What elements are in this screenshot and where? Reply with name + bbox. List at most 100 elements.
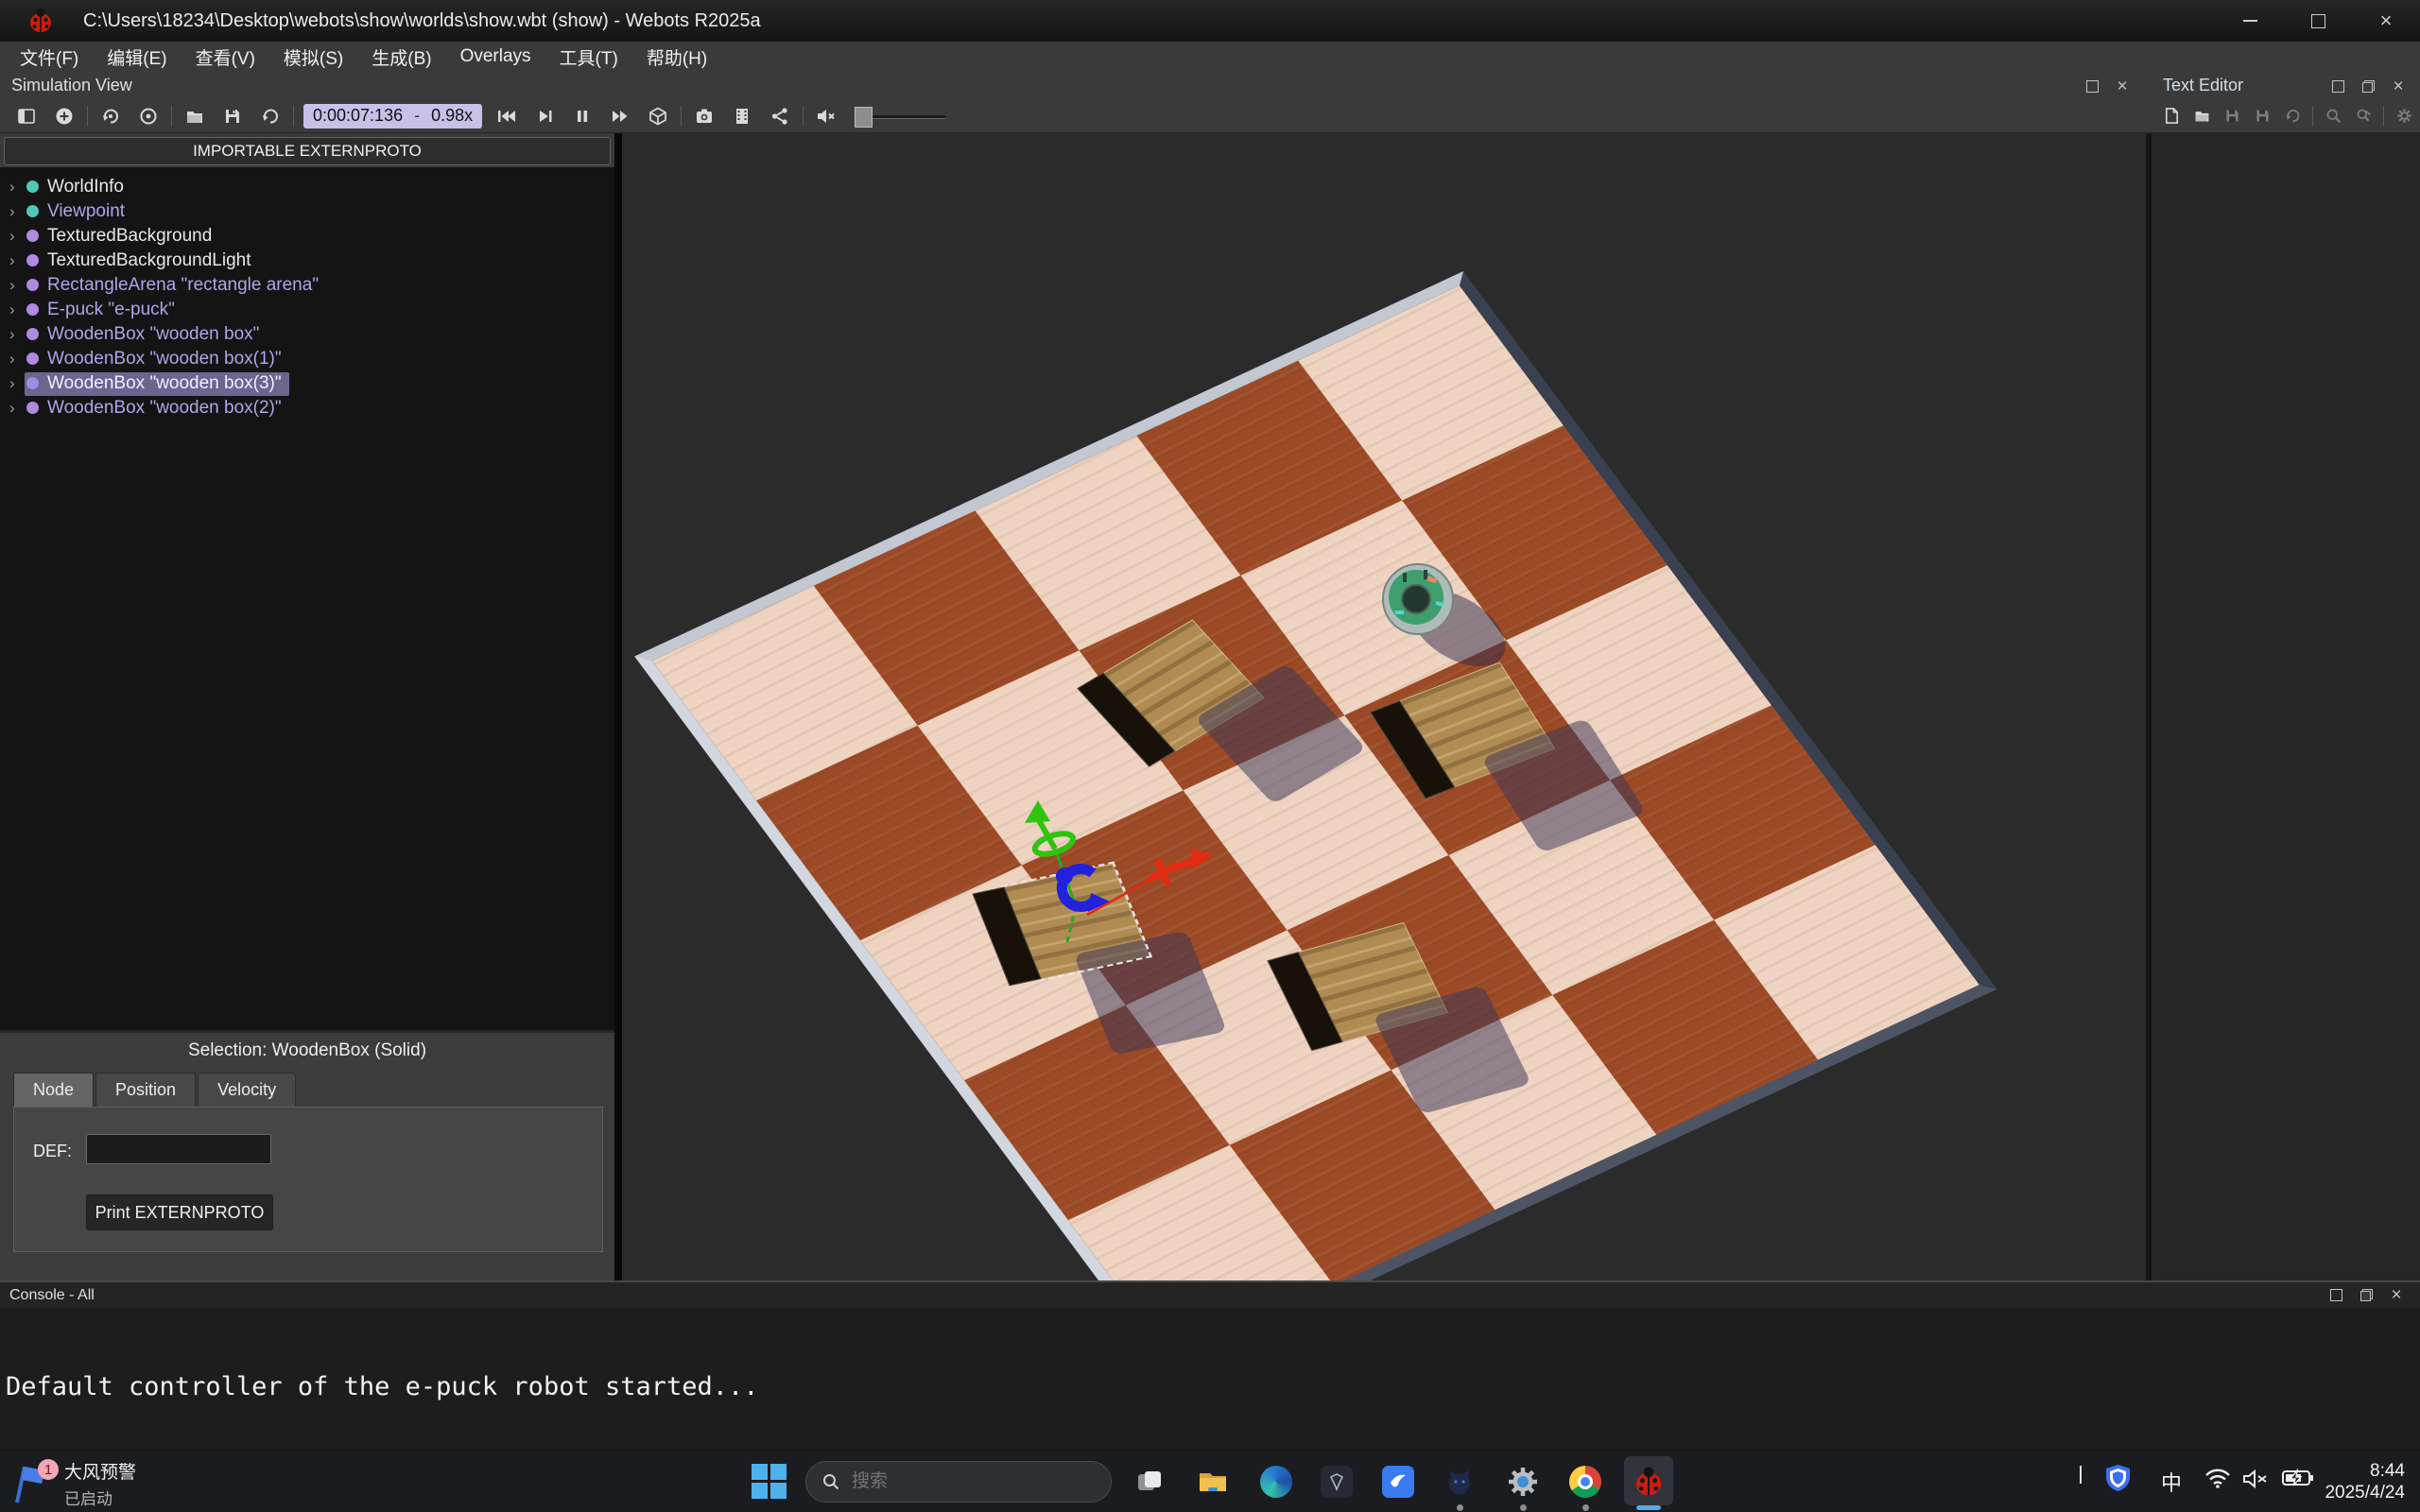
fast-forward-icon[interactable] [601, 102, 639, 130]
texteditor-maximize-button[interactable] [2325, 76, 2350, 96]
chevron-right-icon[interactable]: › [9, 301, 25, 319]
dark-cat-app-icon[interactable] [1439, 1461, 1480, 1503]
open-world-icon[interactable] [176, 102, 214, 130]
pause-icon[interactable] [563, 102, 601, 130]
screenshot-icon[interactable] [685, 102, 723, 130]
movie-record-icon[interactable] [723, 102, 761, 130]
share-icon[interactable] [761, 102, 799, 130]
center-view-icon[interactable] [130, 102, 167, 130]
tree-item-woodenbox-1[interactable]: ›WoodenBox "wooden box(1)" [0, 347, 614, 371]
security-shield-icon[interactable] [2105, 1464, 2131, 1497]
game-center-icon[interactable] [1316, 1461, 1357, 1503]
menu-simulation[interactable]: 模拟(S) [269, 44, 357, 70]
simview-close-button[interactable]: × [2110, 76, 2135, 96]
chevron-right-icon[interactable]: › [9, 399, 25, 418]
task-view-icon[interactable] [1129, 1461, 1170, 1503]
save-file-icon[interactable] [2218, 102, 2246, 130]
tab-node[interactable]: Node [13, 1073, 94, 1107]
tree-item-rectanglearena[interactable]: ›RectangleArena "rectangle arena" [0, 273, 614, 298]
rendering-toggle-icon[interactable] [639, 102, 677, 130]
menu-help[interactable]: 帮助(H) [632, 44, 721, 70]
new-file-icon[interactable] [2157, 102, 2186, 130]
tree-item-epuck[interactable]: ›E-puck "e-puck" [0, 298, 614, 322]
chevron-right-icon[interactable]: › [9, 178, 25, 197]
close-button[interactable]: × [2352, 0, 2420, 42]
find-icon[interactable] [2319, 102, 2347, 130]
panel-splitter[interactable] [614, 133, 622, 1280]
taskbar-clock[interactable]: 8:44 2025/4/24 [2325, 1460, 2405, 1503]
chevron-right-icon[interactable]: › [9, 374, 25, 393]
menu-tools[interactable]: 工具(T) [545, 44, 632, 70]
save-as-icon[interactable] [2248, 102, 2276, 130]
menu-build[interactable]: 生成(B) [357, 44, 445, 70]
minimize-button[interactable] [2216, 0, 2284, 42]
texteditor-float-button[interactable] [2356, 76, 2380, 96]
print-externproto-button[interactable]: Print EXTERNPROTO [86, 1194, 273, 1230]
tree-item-woodenbox-2[interactable]: ›WoodenBox "wooden box(2)" [0, 396, 614, 421]
menu-edit[interactable]: 编辑(E) [93, 44, 181, 70]
start-button[interactable] [752, 1464, 787, 1500]
tree-item-worldinfo[interactable]: ›WorldInfo [0, 175, 614, 199]
rewind-icon[interactable] [488, 102, 526, 130]
maximize-icon [2330, 1289, 2342, 1301]
reset-simulation-icon[interactable] [92, 102, 130, 130]
menu-view[interactable]: 查看(V) [182, 44, 269, 70]
chrome-browser-icon[interactable] [1564, 1461, 1606, 1503]
importable-externproto-button[interactable]: IMPORTABLE EXTERNPROTO [4, 137, 611, 165]
tree-item-woodenbox[interactable]: ›WoodenBox "wooden box" [0, 322, 614, 347]
find-replace-icon[interactable] [2349, 102, 2377, 130]
chevron-right-icon[interactable]: › [9, 251, 25, 270]
console-maximize-button[interactable] [2324, 1284, 2348, 1305]
preferences-gear-icon[interactable] [2390, 102, 2418, 130]
chevron-right-icon[interactable]: › [9, 350, 25, 369]
sound-mute-icon[interactable] [807, 102, 845, 130]
file-explorer-icon[interactable] [1192, 1461, 1234, 1503]
thunder-app-icon[interactable] [1377, 1461, 1419, 1503]
edge-browser-icon[interactable] [1255, 1461, 1297, 1503]
translation-gizmo[interactable] [1025, 800, 1214, 942]
wifi-icon[interactable] [2204, 1468, 2231, 1493]
main-area: IMPORTABLE EXTERNPROTO ›WorldInfo ›Viewp… [0, 133, 2420, 1280]
tree-item-woodenbox-3-selected[interactable]: ›WoodenBox "wooden box(3)" [0, 371, 614, 396]
ime-language-indicator[interactable]: 中 [2161, 1467, 2182, 1497]
weather-widget[interactable]: 1 大风预警 已启动 [13, 1458, 136, 1509]
maximize-button[interactable] [2284, 0, 2352, 42]
volume-slider[interactable] [855, 106, 945, 127]
console-output[interactable]: Default controller of the e-puck robot s… [0, 1308, 2420, 1452]
console-float-button[interactable] [2354, 1284, 2378, 1305]
battery-charging-icon[interactable] [2282, 1469, 2314, 1492]
def-input[interactable] [86, 1134, 271, 1164]
volume-slider-handle[interactable] [855, 107, 873, 128]
volume-muted-icon[interactable] [2242, 1468, 2271, 1495]
menu-file[interactable]: 文件(F) [6, 44, 93, 70]
hidden-icons-chevron[interactable] [2080, 1468, 2082, 1485]
chevron-right-icon[interactable]: › [9, 325, 25, 344]
tab-position[interactable]: Position [95, 1073, 196, 1107]
simview-maximize-button[interactable] [2080, 76, 2104, 96]
revert-file-icon[interactable] [2278, 102, 2307, 130]
console-close-button[interactable]: × [2384, 1284, 2409, 1305]
open-file-icon[interactable] [2187, 102, 2216, 130]
tree-item-texturedbackground[interactable]: ›TexturedBackground [0, 224, 614, 249]
settings-gear-icon[interactable] [1502, 1461, 1544, 1503]
search-input[interactable] [850, 1470, 1071, 1493]
tree-item-viewpoint[interactable]: ›Viewpoint [0, 199, 614, 224]
webots-taskbar-icon[interactable] [1628, 1461, 1669, 1503]
save-world-icon[interactable] [214, 102, 251, 130]
add-node-icon[interactable] [45, 102, 83, 130]
step-icon[interactable] [526, 102, 563, 130]
taskbar-search[interactable] [805, 1461, 1112, 1503]
active-app-indicator [1636, 1505, 1661, 1510]
chevron-right-icon[interactable]: › [9, 276, 25, 295]
scene-tree-toggle-icon[interactable] [8, 102, 45, 130]
tab-velocity[interactable]: Velocity [198, 1073, 296, 1107]
simulation-3d-viewport[interactable] [622, 133, 2146, 1280]
chevron-right-icon[interactable]: › [9, 202, 25, 221]
menu-overlays[interactable]: Overlays [446, 46, 545, 67]
text-editor-body[interactable] [2152, 133, 2420, 1280]
reload-world-icon[interactable] [251, 102, 289, 130]
e-puck-robot[interactable] [1383, 564, 1518, 682]
texteditor-close-button[interactable]: × [2386, 76, 2411, 96]
tree-item-texturedbackgroundlight[interactable]: ›TexturedBackgroundLight [0, 249, 614, 273]
chevron-right-icon[interactable]: › [9, 227, 25, 246]
